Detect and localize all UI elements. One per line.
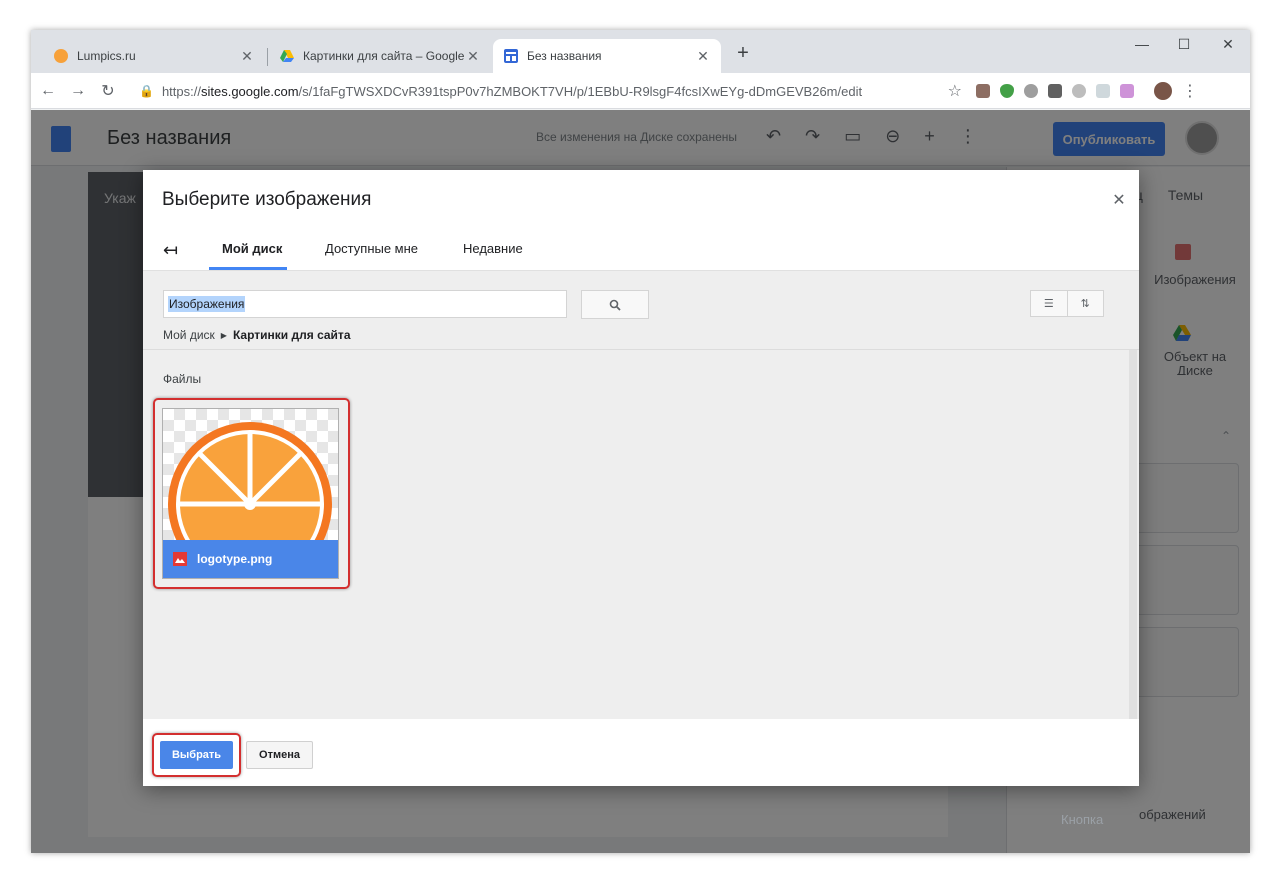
url-scheme: https:// [161,83,201,99]
lock-icon: 🔒 [139,84,154,98]
dialog-title: Выберите изображения [162,189,372,210]
dialog-tabs: ↤ Мой диск Доступные мне Недавние [143,230,1139,271]
divider [143,349,1139,350]
close-icon[interactable]: ✕ [239,48,255,65]
minimize-icon[interactable]: — [1127,36,1157,52]
reload-icon[interactable]: ↻ [95,78,121,104]
search-button[interactable] [581,290,649,319]
search-input-value: Изображения [168,296,246,312]
google-sites-icon [504,49,518,63]
profile-avatar-icon[interactable] [1154,82,1172,100]
breadcrumb: Мой диск ▶ Картинки для сайта [163,328,351,342]
dialog-footer: Выбрать Отмена [143,719,1139,786]
maximize-icon[interactable]: ☐ [1169,36,1199,53]
tab-separator [267,48,268,66]
mail-extension-icon[interactable] [1048,84,1062,98]
search-input[interactable]: Изображения [163,290,567,318]
back-arrow-icon[interactable]: ↤ [163,240,178,261]
extensions-bar: ⋮ [976,77,1198,105]
tab-untitled-site[interactable]: Без названия ✕ [493,39,721,73]
cancel-button[interactable]: Отмена [246,741,313,769]
vpn-extension-icon[interactable] [1072,84,1086,98]
tab-title: Lumpics.ru [77,49,136,63]
chevron-right-icon: ▶ [220,330,227,340]
close-icon[interactable]: ✕ [1111,190,1127,210]
url-domain: sites.google.com [200,83,299,99]
insert-button-label[interactable]: Кнопка [1061,812,1103,827]
active-tab-indicator [209,267,287,270]
image-picker-dialog: Выберите изображения ✕ ↤ Мой диск Доступ… [143,170,1139,786]
lumpics-favicon-icon [54,49,68,63]
puzzle-extension-icon[interactable] [1120,84,1134,98]
back-arrow-icon[interactable]: ← [35,78,61,104]
window-close-icon[interactable]: ✕ [1213,36,1243,53]
highlight-frame [152,733,241,777]
breadcrumb-root[interactable]: Мой диск [163,328,215,342]
google-drive-icon [280,50,294,62]
address-bar[interactable]: 🔒 https://sites.google.com/s/1faFgTWSXDC… [139,77,974,105]
sort-az-icon[interactable]: ⇅ [1066,291,1104,316]
breadcrumb-current: Картинки для сайта [232,328,351,342]
tab-title: Картинки для сайта – Google Д [303,49,465,63]
list-view-icon[interactable]: ☰ [1031,291,1067,316]
search-icon [609,299,621,311]
globe-extension-icon[interactable] [1024,84,1038,98]
shield-extension-icon[interactable] [1000,84,1014,98]
close-icon[interactable]: ✕ [465,48,481,65]
tab-shared-with-me[interactable]: Доступные мне [325,241,418,256]
tab-recent[interactable]: Недавние [463,241,523,256]
privacy-extension-icon[interactable] [1096,84,1110,98]
tab-lumpics[interactable]: Lumpics.ru ✕ [43,39,265,73]
tab-google-drive[interactable]: Картинки для сайта – Google Д ✕ [269,39,491,73]
tab-title: Без названия [527,49,602,63]
forward-arrow-icon[interactable]: → [65,78,91,104]
bookmark-star-icon[interactable]: ☆ [948,81,962,101]
dialog-body: Изображения ☰ ⇅ Мой диск ▶ Картинки для … [143,271,1139,719]
scrollbar[interactable] [1129,350,1137,719]
close-icon[interactable]: ✕ [695,48,711,65]
highlight-frame [153,398,350,589]
tab-strip: Lumpics.ru ✕ Картинки для сайта – Google… [31,30,1250,73]
url-path: /s/1faFgTWSXDCvR391tspP0v7hZMBOKT7VH/p/1… [298,83,863,99]
browser-toolbar: ← → ↻ 🔒 https://sites.google.com/s/1faFg… [31,73,1250,109]
tab-my-drive[interactable]: Мой диск [222,241,282,256]
menu-dots-icon[interactable]: ⋮ [1182,81,1198,101]
home-extension-icon[interactable] [976,84,990,98]
files-section-label: Файлы [163,372,202,386]
view-options: ☰ ⇅ [1030,290,1104,317]
new-tab-plus-icon[interactable]: + [731,42,755,65]
